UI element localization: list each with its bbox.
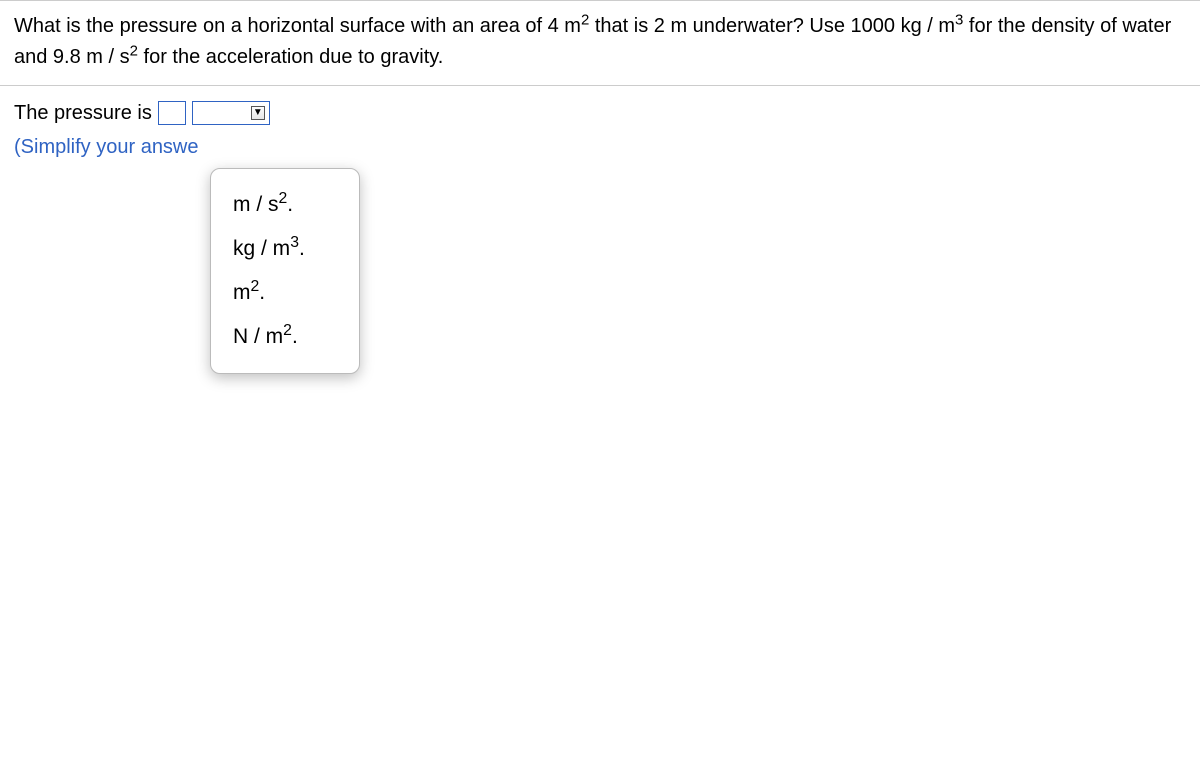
answer-area: The pressure is ▼ (Simplify your answe bbox=[0, 86, 1200, 174]
unit-option-nm2[interactable]: N / m2. bbox=[211, 315, 359, 359]
q-part-1d: for the acceleration due to gravity. bbox=[138, 46, 443, 68]
question-text: What is the pressure on a horizontal sur… bbox=[0, 1, 1200, 85]
q-sup-1c: 2 bbox=[130, 42, 138, 59]
q-part-1b: that is 2 m underwater? Use 1000 kg / m bbox=[589, 15, 955, 37]
simplify-hint: (Simplify your answe bbox=[14, 130, 1186, 164]
unit-option-m2[interactable]: m2. bbox=[211, 271, 359, 315]
unit-option-ms2[interactable]: m / s2. bbox=[211, 183, 359, 227]
unit-dropdown[interactable]: ▼ bbox=[192, 101, 270, 125]
q-part-1a: What is the pressure on a horizontal sur… bbox=[14, 15, 581, 37]
pressure-value-input[interactable] bbox=[158, 101, 186, 125]
answer-label: The pressure is bbox=[14, 96, 152, 130]
unit-dropdown-panel: m / s2. kg / m3. m2. N / m2. bbox=[210, 168, 360, 374]
chevron-down-icon: ▼ bbox=[251, 106, 265, 120]
unit-option-kgm3[interactable]: kg / m3. bbox=[211, 227, 359, 271]
